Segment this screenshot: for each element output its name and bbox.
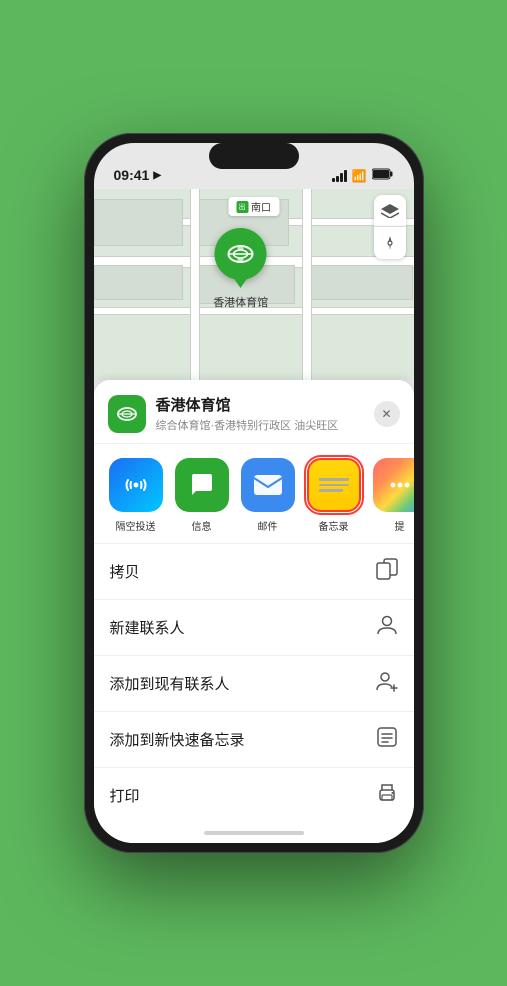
more-label: 提 xyxy=(395,518,405,533)
airdrop-icon-wrap xyxy=(109,458,163,512)
close-button[interactable]: ✕ xyxy=(374,401,400,427)
location-type-icon: 出 xyxy=(236,201,248,213)
map-controls xyxy=(374,195,406,259)
message-icon-wrap xyxy=(175,458,229,512)
person-add-icon xyxy=(376,670,398,697)
status-icons: 📶 xyxy=(332,168,394,183)
map-road xyxy=(190,189,200,380)
airdrop-label: 隔空投送 xyxy=(116,518,156,533)
bottom-sheet: 香港体育馆 综合体育馆·香港特别行政区 油尖旺区 ✕ xyxy=(94,380,414,843)
phone-frame: 09:41 ▶ 📶 xyxy=(84,133,424,853)
map-area[interactable]: 出 南口 香港体育馆 xyxy=(94,189,414,380)
battery-icon xyxy=(372,168,394,183)
map-view-button[interactable] xyxy=(374,195,406,227)
action-copy[interactable]: 拷贝 xyxy=(94,544,414,600)
action-quick-notes[interactable]: 添加到新快速备忘录 xyxy=(94,712,414,768)
home-bar xyxy=(204,831,304,835)
map-block xyxy=(311,265,413,299)
action-add-contact-label: 添加到现有联系人 xyxy=(110,673,230,694)
map-layers-icon xyxy=(381,204,399,218)
wifi-icon: 📶 xyxy=(352,169,367,183)
message-label: 信息 xyxy=(192,518,212,533)
venue-info: 香港体育馆 综合体育馆·香港特别行政区 油尖旺区 xyxy=(156,394,374,433)
map-block xyxy=(94,199,184,247)
stadium-icon xyxy=(226,239,256,269)
pin-label: 香港体育馆 xyxy=(213,294,268,310)
close-icon: ✕ xyxy=(381,407,391,421)
action-list: 拷贝 新建联系人 xyxy=(94,544,414,823)
action-new-contact[interactable]: 新建联系人 xyxy=(94,600,414,656)
venue-subtitle: 综合体育馆·香港特别行政区 油尖旺区 xyxy=(156,417,374,433)
notes-lines-icon xyxy=(319,478,349,492)
share-item-notes[interactable]: 备忘录 xyxy=(302,458,366,533)
share-item-mail[interactable]: 邮件 xyxy=(236,458,300,533)
copy-icon xyxy=(376,558,398,585)
dynamic-island xyxy=(209,143,299,169)
action-add-contact[interactable]: 添加到现有联系人 xyxy=(94,656,414,712)
action-print[interactable]: 打印 xyxy=(94,768,414,823)
time-display: 09:41 xyxy=(114,167,150,183)
map-road xyxy=(302,189,312,380)
location-button[interactable] xyxy=(374,227,406,259)
signal-bars-icon xyxy=(332,170,347,182)
more-icon xyxy=(389,474,411,496)
message-icon xyxy=(188,472,216,498)
printer-icon xyxy=(376,782,398,809)
phone-screen: 09:41 ▶ 📶 xyxy=(94,143,414,843)
pin-circle xyxy=(215,228,267,280)
venue-icon xyxy=(108,395,146,433)
venue-logo-icon xyxy=(115,402,139,426)
status-time: 09:41 ▶ xyxy=(114,167,162,183)
share-row: 隔空投送 信息 xyxy=(94,444,414,544)
venue-name: 香港体育馆 xyxy=(156,394,374,415)
mail-icon-wrap xyxy=(241,458,295,512)
mail-icon xyxy=(253,474,283,496)
map-location-label: 出 南口 xyxy=(228,197,279,216)
share-item-message[interactable]: 信息 xyxy=(170,458,234,533)
notes-label: 备忘录 xyxy=(319,518,349,533)
quick-note-icon xyxy=(376,726,398,753)
mail-label: 邮件 xyxy=(258,518,278,533)
home-indicator xyxy=(94,823,414,843)
sheet-header: 香港体育馆 综合体育馆·香港特别行政区 油尖旺区 ✕ xyxy=(94,380,414,444)
more-icon-wrap xyxy=(373,458,414,512)
share-item-more[interactable]: 提 xyxy=(368,458,414,533)
action-quick-notes-label: 添加到新快速备忘录 xyxy=(110,729,245,750)
map-block xyxy=(94,265,184,299)
action-new-contact-label: 新建联系人 xyxy=(110,617,185,638)
notes-icon-wrap xyxy=(307,458,361,512)
person-icon xyxy=(376,614,398,641)
airdrop-icon xyxy=(123,472,149,498)
location-arrow-icon: ▶ xyxy=(153,170,161,181)
action-print-label: 打印 xyxy=(110,785,140,806)
action-copy-label: 拷贝 xyxy=(110,561,140,582)
compass-icon xyxy=(382,235,398,251)
share-item-airdrop[interactable]: 隔空投送 xyxy=(104,458,168,533)
map-pin: 香港体育馆 xyxy=(213,228,268,310)
